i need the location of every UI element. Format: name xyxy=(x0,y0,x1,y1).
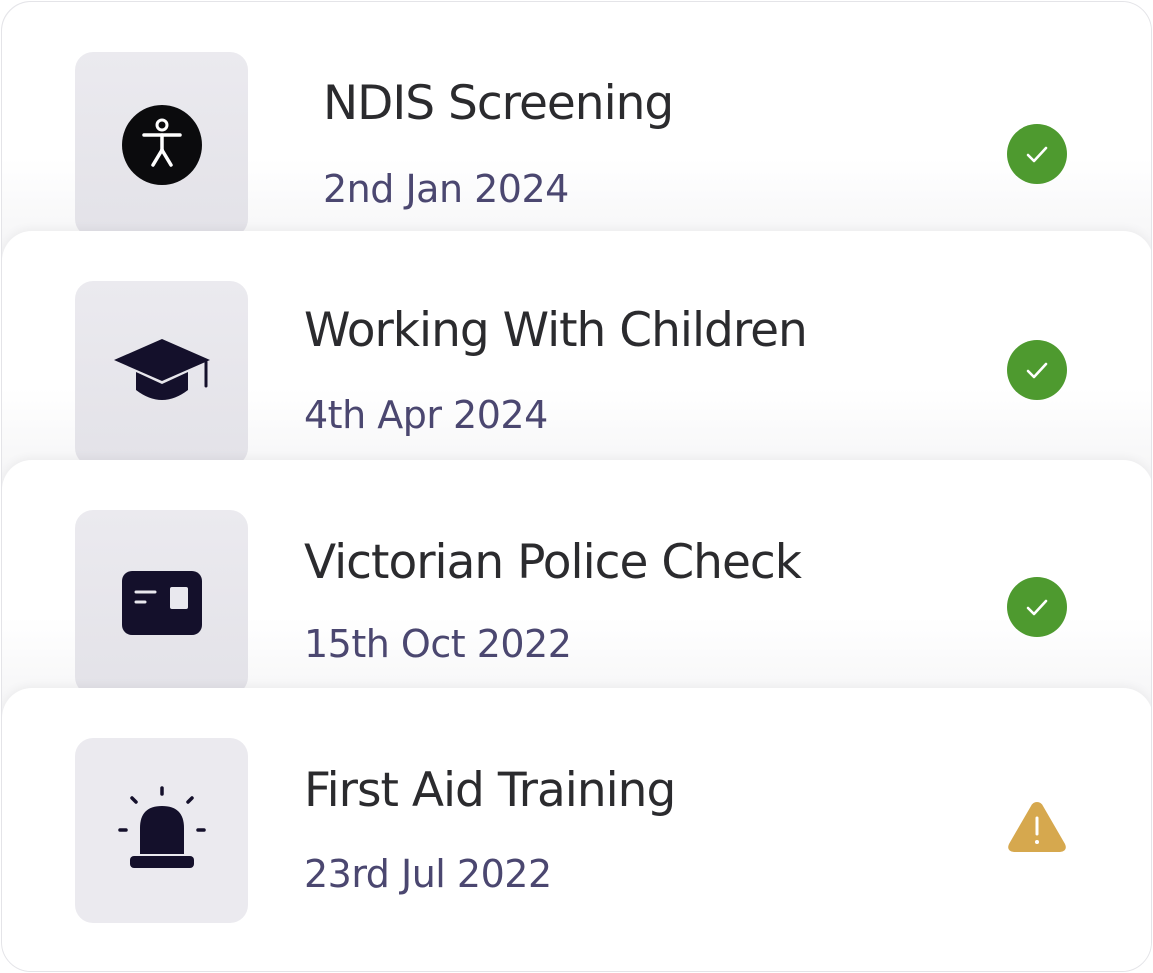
credential-title: Working With Children xyxy=(304,303,808,358)
icon-tile xyxy=(75,738,248,923)
emergency-siren-icon xyxy=(117,785,206,868)
check-circle-icon xyxy=(1007,124,1067,184)
credential-date: 23rd Jul 2022 xyxy=(304,852,552,896)
credential-date: 4th Apr 2024 xyxy=(304,393,548,437)
accessibility-icon xyxy=(121,104,202,185)
graduation-cap-icon xyxy=(113,338,210,400)
icon-tile xyxy=(75,52,248,237)
credential-card-first-aid[interactable]: First Aid Training 23rd Jul 2022 xyxy=(2,688,1151,971)
icon-tile xyxy=(75,510,248,695)
credential-title: First Aid Training xyxy=(304,763,676,818)
id-card-icon xyxy=(121,570,202,635)
warning-triangle-icon xyxy=(1008,802,1066,852)
check-circle-icon xyxy=(1007,340,1067,400)
credential-title: Victorian Police Check xyxy=(304,535,802,590)
credentials-list: NDIS Screening 2nd Jan 2024 Working With… xyxy=(1,1,1152,972)
credential-title: NDIS Screening xyxy=(323,76,674,131)
icon-tile xyxy=(75,281,248,466)
credential-date: 15th Oct 2022 xyxy=(304,622,572,666)
credential-date: 2nd Jan 2024 xyxy=(323,167,569,211)
check-circle-icon xyxy=(1007,577,1067,637)
